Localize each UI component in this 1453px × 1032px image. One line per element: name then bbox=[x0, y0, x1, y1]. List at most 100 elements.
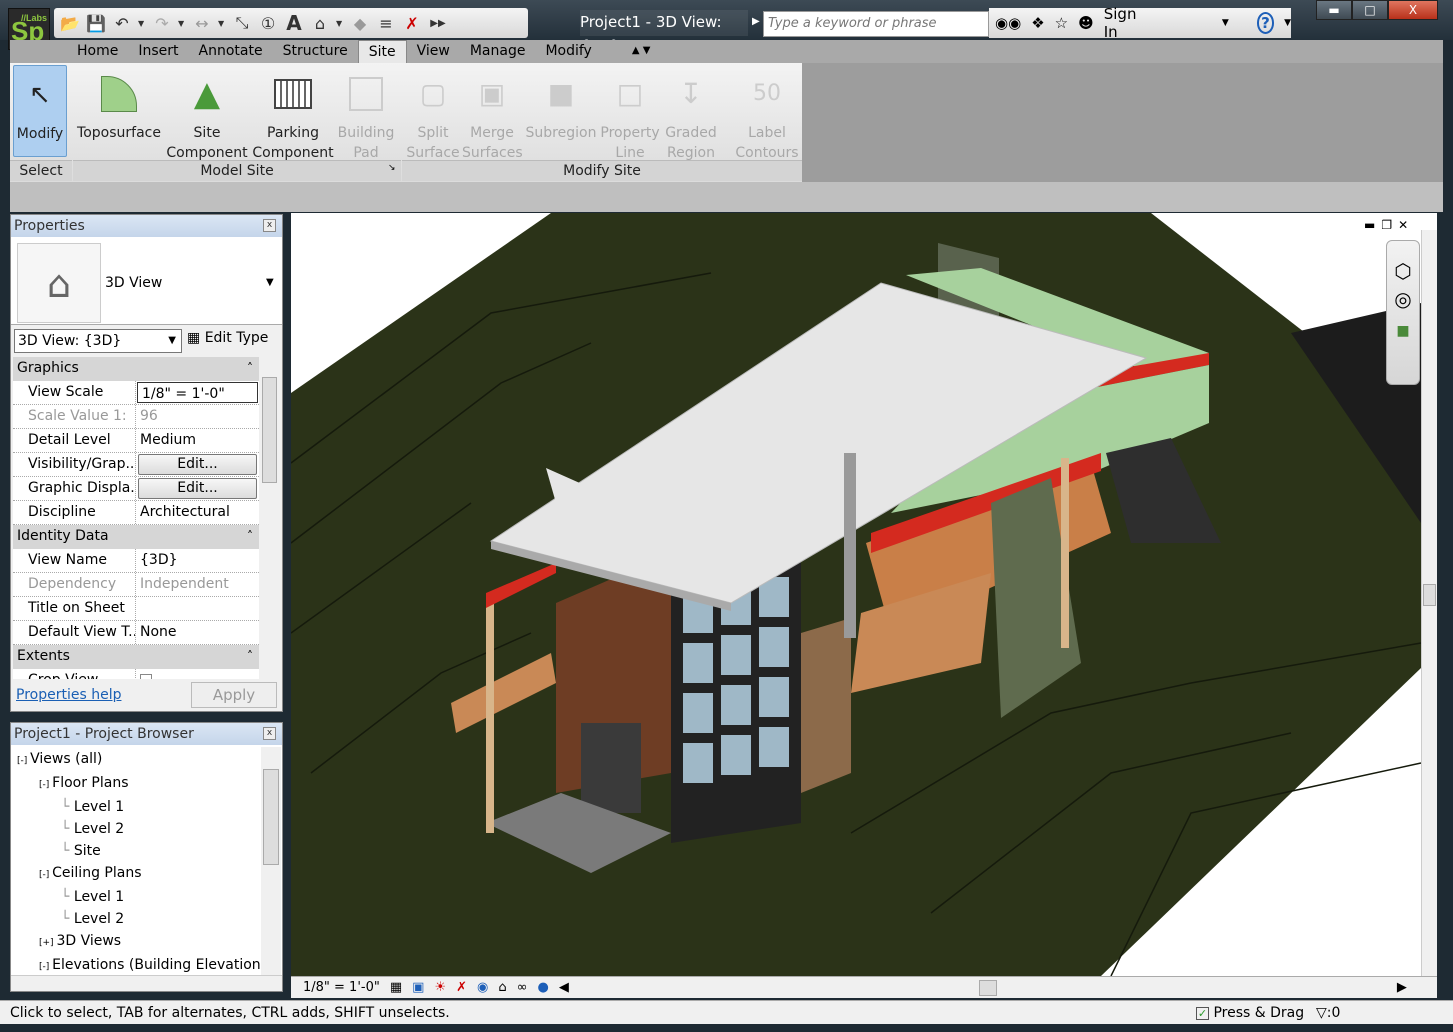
crop-view-icon[interactable]: ⌂ bbox=[498, 980, 506, 995]
site-component-button[interactable]: ▲ Site Component bbox=[166, 65, 248, 163]
sign-in-dropdown[interactable]: ▼ bbox=[1222, 18, 1229, 28]
modify-button[interactable]: ↖ Modify bbox=[13, 65, 67, 157]
open-icon[interactable]: 📂 bbox=[60, 13, 80, 33]
sun-path-icon[interactable]: ☀ bbox=[434, 980, 446, 995]
detail-level-icon[interactable]: ▦ bbox=[390, 980, 402, 995]
dimension-dropdown[interactable]: ▼ bbox=[218, 19, 226, 28]
merge-surfaces-button[interactable]: ▣ Merge Surfaces bbox=[462, 65, 523, 163]
detail-level-field[interactable]: Medium bbox=[136, 429, 259, 452]
press-drag-toggle[interactable]: ✓ Press & Drag bbox=[1196, 1001, 1304, 1025]
properties-scrollbar[interactable] bbox=[261, 357, 278, 679]
close-view-icon[interactable]: ✕ bbox=[1398, 218, 1408, 232]
measure-icon[interactable]: ⤡ bbox=[232, 13, 252, 33]
close-button[interactable]: X bbox=[1388, 0, 1438, 20]
shadows-icon[interactable]: ✗ bbox=[456, 980, 467, 995]
subscription-icon[interactable]: ❖ bbox=[1031, 14, 1044, 32]
binoculars-icon[interactable]: ◉◉ bbox=[995, 14, 1021, 32]
subregion-button[interactable]: ■ Subregion bbox=[525, 65, 597, 143]
collapse-icon[interactable]: [-] bbox=[17, 756, 30, 766]
browser-item[interactable]: └ Level 1 bbox=[11, 886, 261, 908]
maximize-button[interactable]: □ bbox=[1352, 0, 1388, 20]
tab-annotate[interactable]: Annotate bbox=[189, 40, 273, 63]
apply-button[interactable]: Apply bbox=[191, 682, 277, 708]
property-line-button[interactable]: □ Property Line bbox=[600, 65, 660, 163]
expand-icon[interactable]: [+] bbox=[39, 938, 56, 948]
help-icon[interactable]: ? bbox=[1256, 12, 1275, 34]
group-graphics[interactable]: Graphics bbox=[13, 357, 259, 381]
close-icon[interactable]: x bbox=[263, 727, 276, 740]
undo-icon[interactable]: ↶ bbox=[112, 13, 132, 33]
3d-view-icon[interactable]: ⌂ bbox=[310, 13, 330, 33]
discipline-field[interactable]: Architectural bbox=[136, 501, 259, 524]
type-selector[interactable]: ⌂ 3D View ▼ bbox=[11, 237, 282, 325]
minimize-ribbon-button[interactable]: ▲ ▼ bbox=[622, 40, 661, 63]
graphic-display-edit-button[interactable]: Edit... bbox=[138, 478, 257, 499]
default-view-template-field[interactable]: None bbox=[136, 621, 259, 644]
browser-hscrollbar[interactable] bbox=[11, 975, 282, 991]
3d-viewport[interactable] bbox=[291, 213, 1437, 976]
browser-item[interactable]: [-] Views (all) bbox=[11, 748, 261, 772]
close-hidden-windows-icon[interactable]: ✗ bbox=[402, 13, 422, 33]
close-icon[interactable]: x bbox=[263, 219, 276, 232]
browser-item[interactable]: [-] Elevations (Building Elevation bbox=[11, 954, 261, 973]
properties-help-link[interactable]: Properties help bbox=[16, 687, 121, 703]
visibility-edit-button[interactable]: Edit... bbox=[138, 454, 257, 475]
redo-dropdown[interactable]: ▼ bbox=[178, 19, 186, 28]
user-icon[interactable]: ☻ bbox=[1078, 14, 1094, 32]
browser-scrollbar[interactable] bbox=[261, 747, 281, 977]
scroll-left-icon[interactable]: ◀ bbox=[559, 980, 569, 995]
collapse-icon[interactable]: [-] bbox=[39, 962, 52, 972]
section-icon[interactable]: ◆ bbox=[350, 13, 370, 33]
crop-view-checkbox[interactable] bbox=[136, 669, 259, 679]
visual-style-icon[interactable]: ▣ bbox=[412, 980, 424, 995]
reveal-hidden-icon[interactable]: ∞ bbox=[517, 980, 528, 995]
tab-home[interactable]: Home bbox=[67, 40, 128, 63]
view-scale-button[interactable]: 1/8" = 1'-0" bbox=[303, 980, 380, 995]
view-scale-field[interactable]: 1/8" = 1'-0" bbox=[137, 382, 258, 403]
panel-launcher-icon[interactable]: ↘ bbox=[388, 163, 396, 173]
search-input[interactable]: Type a keyword or phrase bbox=[763, 11, 989, 37]
browser-item[interactable]: [-] Floor Plans bbox=[11, 772, 261, 796]
scroll-right-icon[interactable]: ▶ bbox=[1397, 980, 1407, 995]
save-icon[interactable]: 💾 bbox=[86, 13, 106, 33]
browser-item[interactable]: └ Level 2 bbox=[11, 908, 261, 930]
thin-lines-icon[interactable]: ≡ bbox=[376, 13, 396, 33]
minimize-view-icon[interactable]: ▬ bbox=[1364, 218, 1375, 232]
toposurface-button[interactable]: Toposurface bbox=[74, 65, 164, 143]
tab-manage[interactable]: Manage bbox=[460, 40, 536, 63]
aligned-dimension-icon[interactable]: ↔ bbox=[192, 13, 212, 33]
more-icon[interactable]: ▶▶ bbox=[428, 13, 448, 33]
panel-modify-site[interactable]: Modify Site bbox=[402, 160, 802, 181]
viewport-vscrollbar[interactable] bbox=[1421, 230, 1437, 976]
zoom-icon[interactable]: ■ bbox=[1387, 323, 1419, 339]
text-icon[interactable]: A bbox=[284, 11, 304, 35]
label-contours-button[interactable]: 50 Label Contours bbox=[734, 65, 800, 163]
parking-component-button[interactable]: Parking Component bbox=[252, 65, 334, 163]
group-extents[interactable]: Extents bbox=[13, 645, 259, 669]
tag-icon[interactable]: ① bbox=[258, 13, 278, 33]
tab-structure[interactable]: Structure bbox=[273, 40, 358, 63]
expand-arrow-icon[interactable]: ▶ bbox=[752, 16, 760, 27]
panel-model-site[interactable]: Model Site bbox=[73, 160, 401, 181]
browser-item[interactable]: └ Level 1 bbox=[11, 796, 261, 818]
entry-door[interactable] bbox=[581, 723, 641, 813]
3d-model-view[interactable] bbox=[291, 213, 1437, 976]
view-name-field[interactable]: {3D} bbox=[136, 549, 259, 572]
group-identity-data[interactable]: Identity Data bbox=[13, 525, 259, 549]
tab-insert[interactable]: Insert bbox=[128, 40, 188, 63]
title-on-sheet-field[interactable] bbox=[136, 597, 259, 620]
building-pad-button[interactable]: Building Pad bbox=[336, 65, 396, 163]
viewport-hscrollbar[interactable] bbox=[978, 979, 997, 996]
restore-view-icon[interactable]: ❐ bbox=[1381, 218, 1392, 232]
tab-view[interactable]: View bbox=[407, 40, 460, 63]
temporary-hide-icon[interactable]: ● bbox=[537, 980, 548, 995]
steering-wheel-icon[interactable]: ◎ bbox=[1387, 287, 1419, 311]
show-rendering-icon[interactable]: ◉ bbox=[477, 980, 488, 995]
sign-in-button[interactable]: Sign In bbox=[1104, 5, 1142, 41]
3d-view-dropdown[interactable]: ▼ bbox=[336, 19, 344, 28]
instance-selector[interactable]: 3D View: {3D} ▼ bbox=[14, 329, 182, 353]
tab-modify[interactable]: Modify bbox=[535, 40, 601, 63]
edit-type-button[interactable]: ▦ Edit Type bbox=[187, 330, 268, 346]
collapse-icon[interactable]: [-] bbox=[39, 870, 52, 880]
type-dropdown-icon[interactable]: ▼ bbox=[266, 277, 274, 288]
